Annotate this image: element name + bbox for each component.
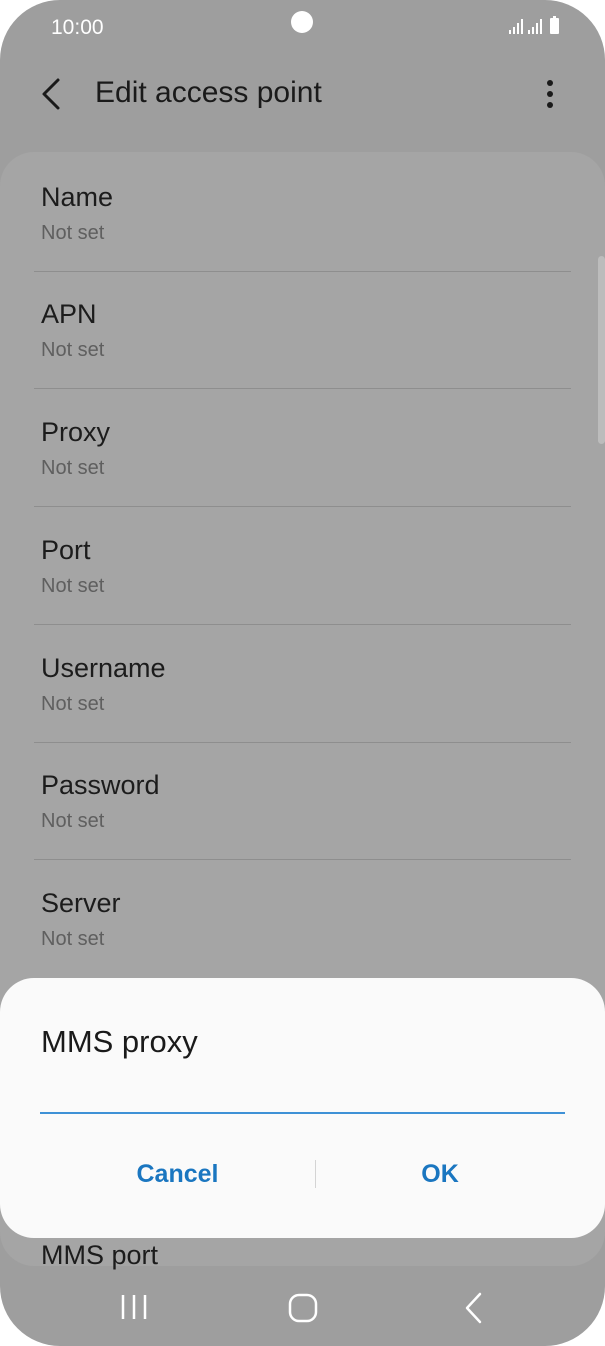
setting-name[interactable]: Name Not set	[0, 154, 605, 272]
setting-value: Not set	[41, 810, 105, 832]
app-bar: Edit access point	[0, 60, 605, 140]
setting-label: Server	[41, 888, 121, 918]
status-time: 10:00	[51, 16, 104, 39]
setting-apn[interactable]: APN Not set	[0, 271, 605, 389]
cancel-button[interactable]: Cancel	[40, 1146, 315, 1202]
setting-value: Not set	[41, 457, 105, 479]
recents-icon[interactable]	[118, 1292, 150, 1322]
setting-proxy[interactable]: Proxy Not set	[0, 389, 605, 507]
setting-username[interactable]: Username Not set	[0, 625, 605, 743]
dialog-title: MMS proxy	[41, 1024, 198, 1059]
more-vert-icon[interactable]	[535, 76, 565, 112]
navigation-bar	[0, 1266, 605, 1346]
setting-value: Not set	[41, 222, 105, 244]
setting-label: Username	[41, 653, 166, 683]
setting-label: Proxy	[41, 417, 111, 447]
setting-value: Not set	[41, 575, 105, 597]
back-arrow-icon[interactable]	[36, 74, 72, 114]
setting-label: Password	[41, 770, 160, 800]
home-icon[interactable]	[287, 1292, 319, 1324]
battery-icon	[550, 16, 559, 34]
back-icon[interactable]	[460, 1290, 488, 1326]
setting-password[interactable]: Password Not set	[0, 742, 605, 860]
setting-port[interactable]: Port Not set	[0, 507, 605, 625]
front-camera	[291, 11, 313, 33]
phone-screen: 10:00 Edit access point Name Not set APN…	[0, 0, 605, 1346]
status-bar: 10:00	[0, 0, 605, 60]
setting-label: Port	[41, 535, 91, 565]
signal-sim1-icon	[509, 18, 523, 34]
page-title: Edit access point	[95, 76, 322, 109]
ok-button[interactable]: OK	[315, 1146, 565, 1202]
status-icons	[509, 16, 559, 34]
setting-label: Name	[41, 182, 114, 212]
setting-value: Not set	[41, 928, 105, 950]
setting-value: Not set	[41, 693, 105, 715]
setting-value: Not set	[41, 339, 105, 361]
mms-proxy-dialog: MMS proxy Cancel OK	[0, 978, 605, 1238]
setting-server[interactable]: Server Not set	[0, 860, 605, 978]
mms-proxy-input[interactable]	[40, 1082, 565, 1114]
setting-label: APN	[41, 299, 97, 329]
signal-sim2-icon	[528, 18, 542, 34]
